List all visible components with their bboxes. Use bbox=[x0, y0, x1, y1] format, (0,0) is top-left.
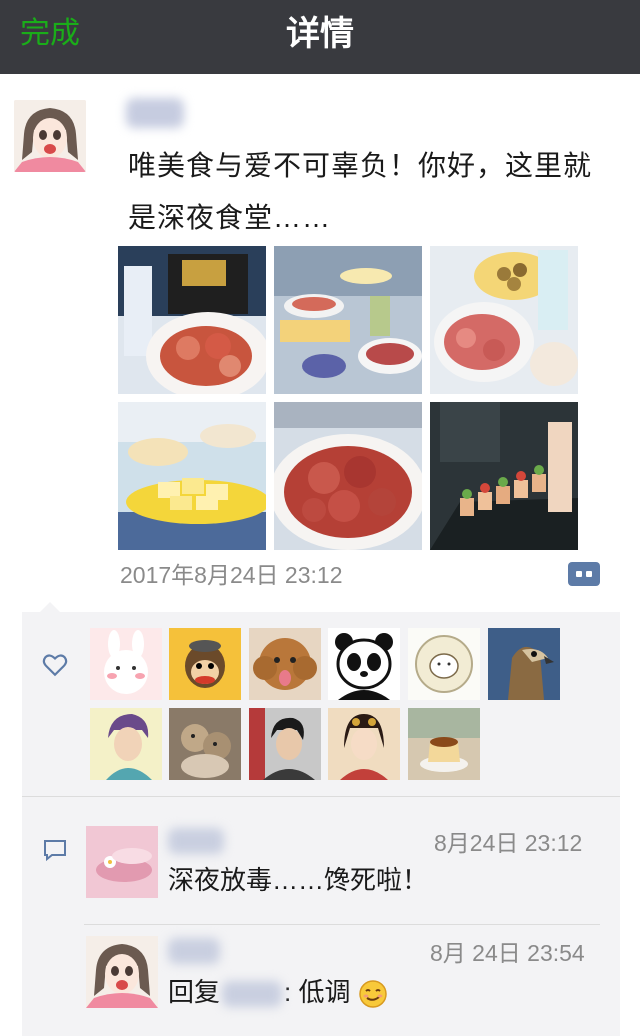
commenter-name-blurred-2[interactable] bbox=[168, 938, 220, 964]
comment-time-2: 8月 24日 23:54 bbox=[430, 940, 585, 966]
reply-prefix: 回复 bbox=[168, 977, 221, 1007]
liker-avatar-2[interactable] bbox=[169, 628, 241, 700]
panel-caret bbox=[40, 602, 60, 612]
panel-bottom bbox=[22, 1026, 620, 1036]
photo-prosciutto-platter[interactable] bbox=[118, 246, 266, 394]
liker-avatar-5[interactable] bbox=[408, 628, 480, 700]
top-bar: 完成 详情 bbox=[0, 0, 640, 74]
author-avatar[interactable] bbox=[14, 100, 86, 172]
liker-avatar-8[interactable] bbox=[169, 708, 241, 780]
smirk-emoji-icon bbox=[358, 980, 387, 1008]
photo-party-food-table[interactable] bbox=[274, 246, 422, 394]
comment-icon bbox=[44, 840, 66, 862]
liker-avatar-7[interactable] bbox=[90, 708, 162, 780]
liker-avatar-4[interactable] bbox=[328, 628, 400, 700]
commenter-avatar-2[interactable] bbox=[86, 936, 158, 1008]
page-title: 详情 bbox=[286, 15, 354, 53]
photo-salami-plate[interactable] bbox=[274, 402, 422, 550]
post-timestamp: 2017年8月24日 23:12 bbox=[120, 562, 343, 588]
comment-text-2: 回复 : 低调 bbox=[168, 972, 388, 1012]
photo-cheese-cubes[interactable] bbox=[118, 402, 266, 550]
commenter-avatar-1[interactable] bbox=[86, 826, 158, 898]
reply-target-blurred[interactable] bbox=[222, 981, 283, 1008]
commenter-name-blurred-1[interactable] bbox=[168, 828, 224, 854]
liker-avatar-3[interactable] bbox=[249, 628, 321, 700]
liker-avatar-10[interactable] bbox=[328, 708, 400, 780]
liker-avatar-11[interactable] bbox=[408, 708, 480, 780]
author-name-blurred[interactable] bbox=[126, 98, 184, 128]
comment-time-1: 8月24日 23:12 bbox=[434, 830, 583, 856]
comments-divider bbox=[84, 924, 600, 925]
likes-divider bbox=[22, 796, 620, 797]
liker-avatar-9[interactable] bbox=[249, 708, 321, 780]
post-text: 唯美食与爱不可辜负！你好，这里就是深夜食堂…… bbox=[128, 150, 593, 233]
liker-avatar-1[interactable] bbox=[90, 628, 162, 700]
photo-skewer-appetizers[interactable] bbox=[430, 402, 578, 550]
photo-ham-and-olives[interactable] bbox=[430, 246, 578, 394]
heart-icon bbox=[42, 654, 68, 677]
more-actions-button[interactable] bbox=[568, 562, 600, 586]
reply-text: : 低调 bbox=[284, 977, 351, 1007]
liker-avatar-6[interactable] bbox=[488, 628, 560, 700]
comment-text-1: 深夜放毒……馋死啦！ bbox=[168, 865, 429, 895]
